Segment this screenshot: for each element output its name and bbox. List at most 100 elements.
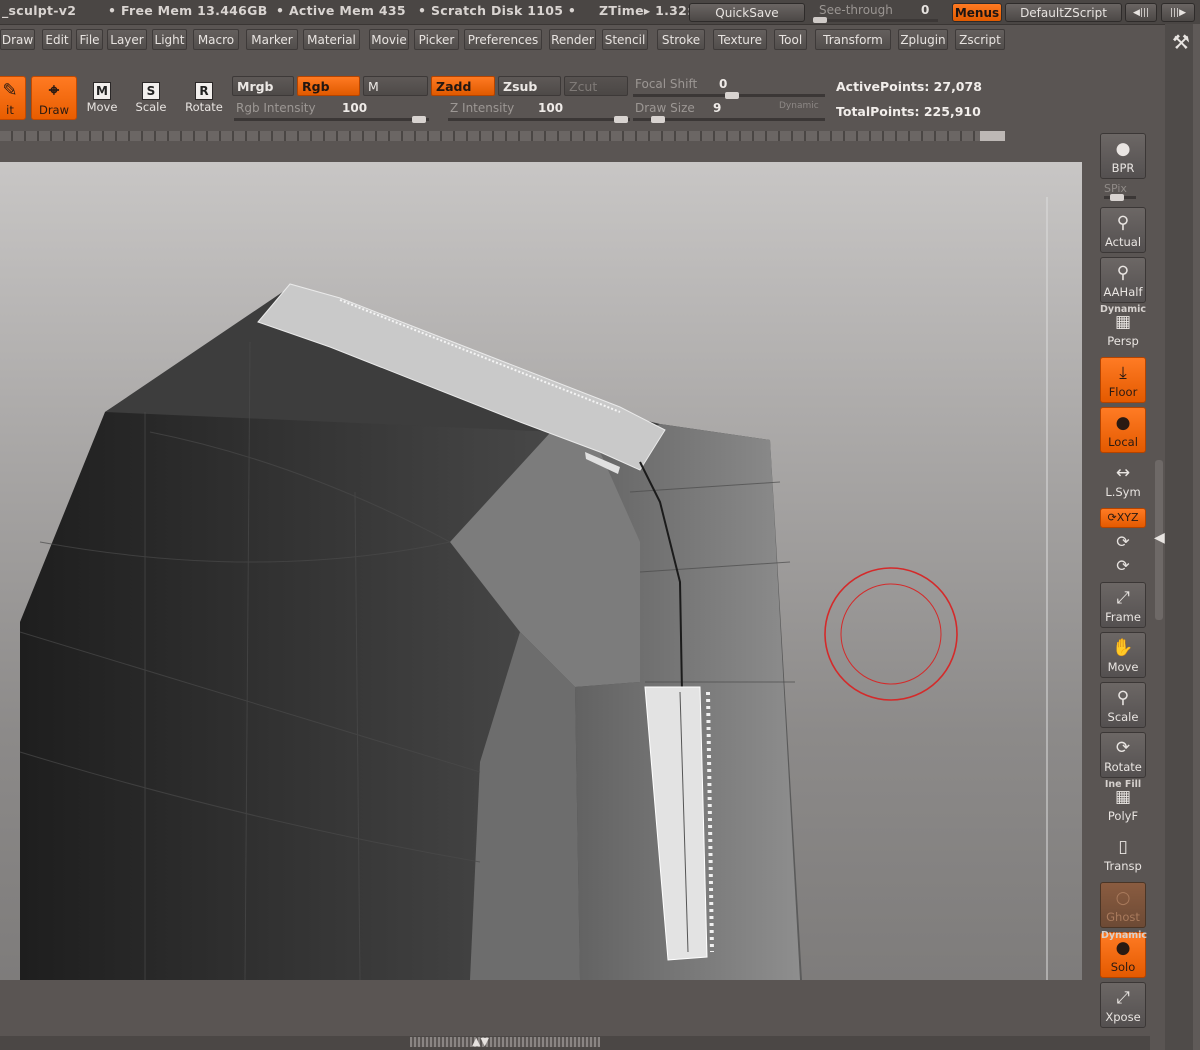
view-move-button[interactable]: ✋ Move [1100,632,1146,678]
rotate-view-icon: ⟳ [1115,738,1131,758]
rgb-intensity-knob[interactable] [412,116,426,123]
lsym-button[interactable]: ↔ L.Sym [1100,458,1146,504]
transp-label: Transp [1104,859,1142,873]
actual-label: Actual [1104,235,1142,249]
right-tray-scrollbar[interactable] [1193,24,1200,1050]
menu-light[interactable]: Light [152,29,187,50]
view-scale-button[interactable]: ⚲ Scale [1100,682,1146,728]
local-label: Local [1108,435,1138,449]
menu-movie[interactable]: Movie [369,29,409,50]
menu-render[interactable]: Render [549,29,596,50]
focal-shift-knob[interactable] [725,92,739,99]
menu-draw[interactable]: Draw [0,29,35,50]
magnifier-icon: ⚲ [1116,213,1130,233]
bottom-tray-toggle-icon[interactable]: ▲▼ [472,1035,489,1048]
menu-preferences[interactable]: Preferences [464,29,542,50]
persp-dynamic-tag[interactable]: Dynamic [1100,304,1146,315]
solo-dynamic-tag[interactable]: Dynamic [1101,930,1147,941]
menu-picker[interactable]: Picker [414,29,459,50]
tool-ruler-strip [0,131,1005,141]
local-pivot-icon: ● [1115,413,1131,433]
draw-size-slider[interactable]: Draw Size 9 Dynamic [631,100,826,123]
spix-slider[interactable] [1104,194,1136,201]
bpr-label: BPR [1111,161,1135,175]
mrgb-button[interactable]: Mrgb [232,76,294,96]
rgb-intensity-label: Rgb Intensity [236,101,316,115]
zadd-button[interactable]: Zadd [431,76,495,96]
brush-cursor-inner [840,583,942,685]
menu-zscript[interactable]: Zscript [955,29,1005,50]
draw-size-knob[interactable] [651,116,665,123]
frame-label: Frame [1105,610,1141,624]
menu-transform[interactable]: Transform [815,29,891,50]
menu-layer[interactable]: Layer [107,29,147,50]
bottom-tray-handle[interactable] [410,1037,600,1047]
menus-toggle-button[interactable]: Menus [952,3,1002,22]
menu-material[interactable]: Material [303,29,360,50]
polyf-button[interactable]: Ine Fill ▦ PolyF [1100,779,1146,828]
zsub-button[interactable]: Zsub [498,76,561,96]
line-fill-tag[interactable]: Ine Fill [1100,779,1146,790]
persp-button[interactable]: Dynamic ▦ Persp [1100,304,1146,353]
menu-file[interactable]: File [76,29,103,50]
menu-tool[interactable]: Tool [774,29,807,50]
hammer-icon[interactable]: ⚒ [1172,30,1190,54]
rgb-button[interactable]: Rgb [297,76,360,96]
frame-button[interactable]: ⤢ Frame [1100,582,1146,628]
ztime-readout: ZTime▸ 1.32: [599,3,693,18]
menu-edit[interactable]: Edit [42,29,72,50]
quicksave-button[interactable]: QuickSave [689,3,805,22]
zcut-button[interactable]: Zcut [564,76,628,96]
y-rotate-icon[interactable]: ⟳ [1100,532,1146,552]
ghost-label: Ghost [1106,910,1140,924]
spix-knob[interactable] [1110,194,1124,201]
total-points-readout: TotalPoints: 225,910 [836,104,981,119]
document-canvas[interactable] [0,162,1082,980]
see-through-knob[interactable] [813,17,827,23]
floor-button[interactable]: ⤓ Floor [1100,357,1146,403]
z-intensity-label: Z Intensity [450,101,515,115]
menu-macro[interactable]: Macro [193,29,239,50]
scale-mode-button[interactable]: S Scale [128,76,174,120]
draw-mode-button[interactable]: ⌖ Draw [31,76,77,120]
focal-shift-slider[interactable]: Focal Shift 0 [631,76,826,99]
aahalf-button[interactable]: ⚲ AAHalf [1100,257,1146,303]
default-zscript-button[interactable]: DefaultZScript [1005,3,1122,22]
solo-label: Solo [1110,960,1136,974]
menu-marker[interactable]: Marker [246,29,298,50]
edit-mode-button[interactable]: ✎ it [0,76,26,120]
menu-zplugin[interactable]: Zplugin [898,29,948,50]
m-button[interactable]: M [363,76,428,96]
move-label: Move [86,100,118,114]
transp-button[interactable]: ▯ Transp [1100,832,1146,878]
rgb-intensity-slider[interactable]: Rgb Intensity 100 [232,100,432,123]
dynamic-label[interactable]: Dynamic [779,101,819,111]
scratch-disk-readout: • Scratch Disk 1105 • [418,3,577,18]
tray-right-icon[interactable]: |||▶ [1161,3,1195,22]
z-rotate-icon[interactable]: ⟳ [1100,556,1146,576]
rotate-icon: R [195,82,213,100]
actual-button[interactable]: ⚲ Actual [1100,207,1146,253]
xpose-button[interactable]: ⤢ Xpose [1100,982,1146,1028]
solo-button[interactable]: Dynamic ● Solo [1100,930,1147,978]
xyz-button[interactable]: ⟳XYZ [1100,508,1146,528]
frame-icon: ⤢ [1116,588,1130,608]
menu-stroke[interactable]: Stroke [657,29,705,50]
move-mode-button[interactable]: M Move [79,76,125,120]
ghost-button[interactable]: ○ Ghost [1100,882,1146,928]
rotate-mode-button[interactable]: R Rotate [181,76,227,120]
lsym-label: L.Sym [1105,485,1141,499]
see-through-slider[interactable]: See-through 0 [811,3,941,23]
tray-left-icon[interactable]: ◀||| [1125,3,1157,22]
move-icon: M [93,82,111,100]
menu-stencil[interactable]: Stencil [602,29,648,50]
bpr-button[interactable]: ● BPR [1100,133,1146,179]
view-rotate-button[interactable]: ⟳ Rotate [1100,732,1146,778]
collapse-arrow-icon[interactable]: ◀ [1154,530,1165,546]
local-button[interactable]: ● Local [1100,407,1146,453]
z-intensity-knob[interactable] [614,116,628,123]
zoom-icon: ⚲ [1116,688,1130,708]
menu-texture[interactable]: Texture [713,29,767,50]
view-move-label: Move [1107,660,1139,674]
z-intensity-slider[interactable]: Z Intensity 100 [446,100,632,123]
